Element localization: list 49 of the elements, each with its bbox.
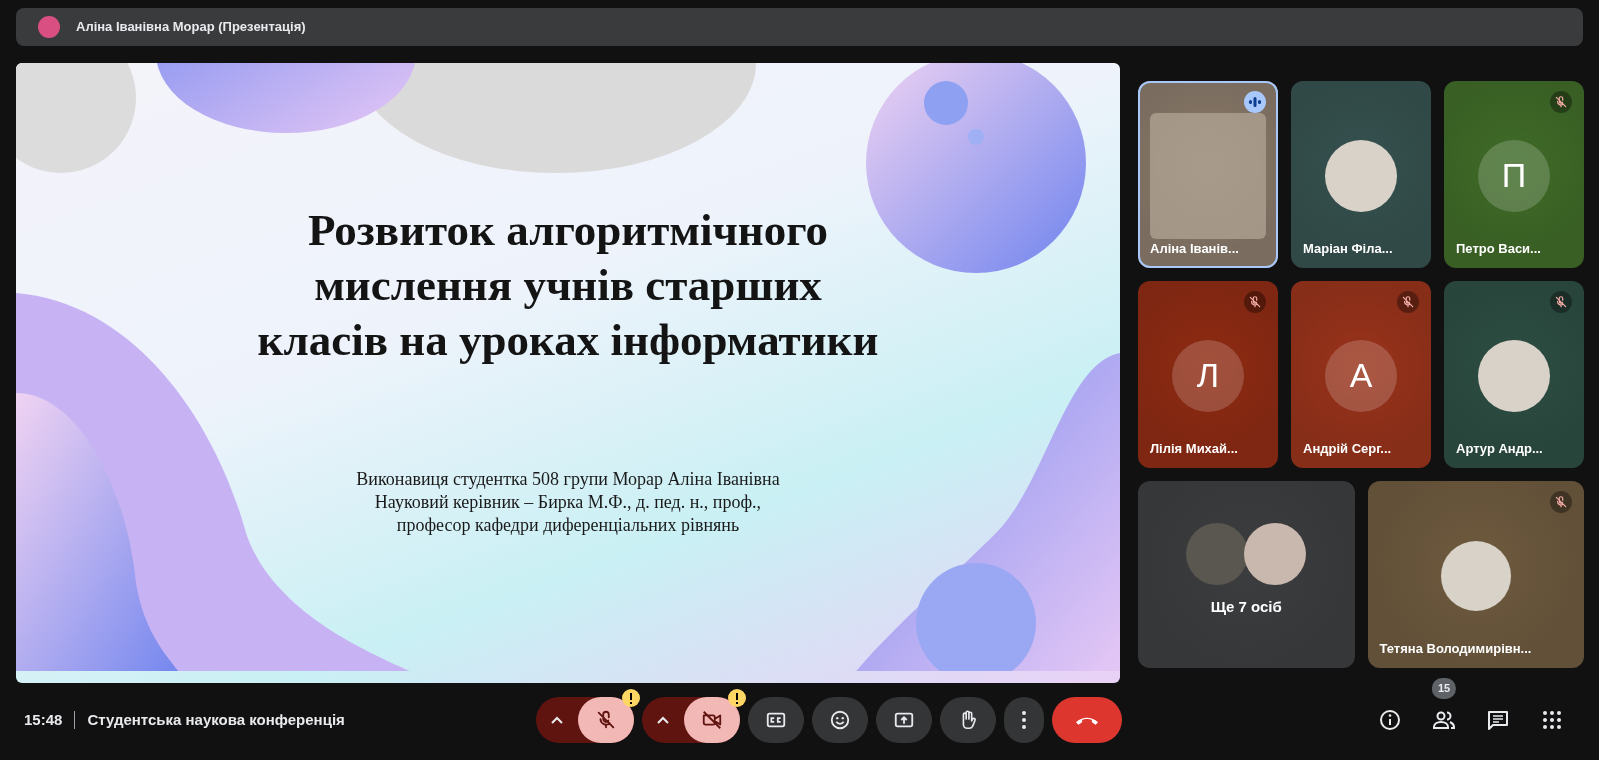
more-participants-label: Ще 7 осіб — [1209, 596, 1283, 617]
mic-off-icon — [1550, 491, 1572, 513]
apps-grid-icon — [1540, 708, 1564, 732]
leave-call-button[interactable] — [1052, 697, 1122, 743]
warning-icon — [728, 689, 746, 707]
mic-off-icon — [1244, 291, 1266, 313]
microphone-button[interactable] — [578, 697, 634, 743]
avatar-initial: П — [1478, 139, 1550, 212]
camera-off-icon — [701, 709, 723, 731]
participant-name: Петро Васи... — [1456, 239, 1542, 258]
captions-button[interactable] — [748, 697, 804, 743]
more-options-button[interactable] — [1004, 697, 1044, 743]
speaking-icon — [1244, 91, 1266, 113]
present-button[interactable] — [876, 697, 932, 743]
participant-name: Тетяна Володимирівн... — [1379, 639, 1533, 658]
mic-off-icon — [595, 709, 617, 731]
info-icon — [1378, 708, 1402, 732]
decorative-bubble — [924, 81, 968, 125]
slide-subtitle-line: професор кафедри диференціальних рівнянь — [396, 514, 740, 538]
meeting-title: Студентська наукова конференція — [87, 709, 345, 730]
slide-title-line: мислення учнів старших — [314, 258, 822, 312]
participant-name: Маріан Філа... — [1303, 239, 1394, 258]
avatar-photo — [38, 16, 60, 38]
more-icon — [1022, 711, 1026, 729]
camera-button[interactable] — [684, 697, 740, 743]
slide-title-line: класів на уроках інформатики — [257, 313, 879, 367]
participant-name: Аліна Іванів... — [1150, 239, 1240, 258]
mic-off-icon — [1397, 291, 1419, 313]
clock-time: 15:48 — [24, 709, 63, 730]
caret-icon — [551, 716, 563, 724]
reactions-button[interactable] — [812, 697, 868, 743]
emoji-icon — [829, 709, 851, 731]
raise-hand-button[interactable] — [940, 697, 996, 743]
chat-icon — [1486, 708, 1510, 732]
mic-off-icon — [1550, 91, 1572, 113]
participant-name: Андрій Серг... — [1303, 439, 1393, 458]
slide-title-line: Розвиток алгоритмічного — [307, 204, 829, 257]
presenter-title: Аліна Іванівна Морар (Презентація) — [76, 18, 306, 37]
slide-subtitle-line: Науковий керівник – Бирка М.Ф., д. пед. н., проф., — [374, 491, 762, 515]
avatar-initial: А — [1325, 339, 1397, 412]
participant-count: 15 — [1431, 678, 1457, 699]
decorative-bubble — [968, 129, 984, 145]
warning-icon — [622, 689, 640, 707]
participant-name: Лілія Михай... — [1150, 439, 1239, 458]
slide-subtitle-line: Виконавиця студентка 508 групи Морар Аліна Іванівна — [356, 467, 780, 491]
caret-icon — [657, 716, 669, 724]
mic-off-icon — [1550, 291, 1572, 313]
participant-name: Артур Андр... — [1456, 439, 1544, 458]
avatar-initial: Л — [1172, 339, 1244, 412]
